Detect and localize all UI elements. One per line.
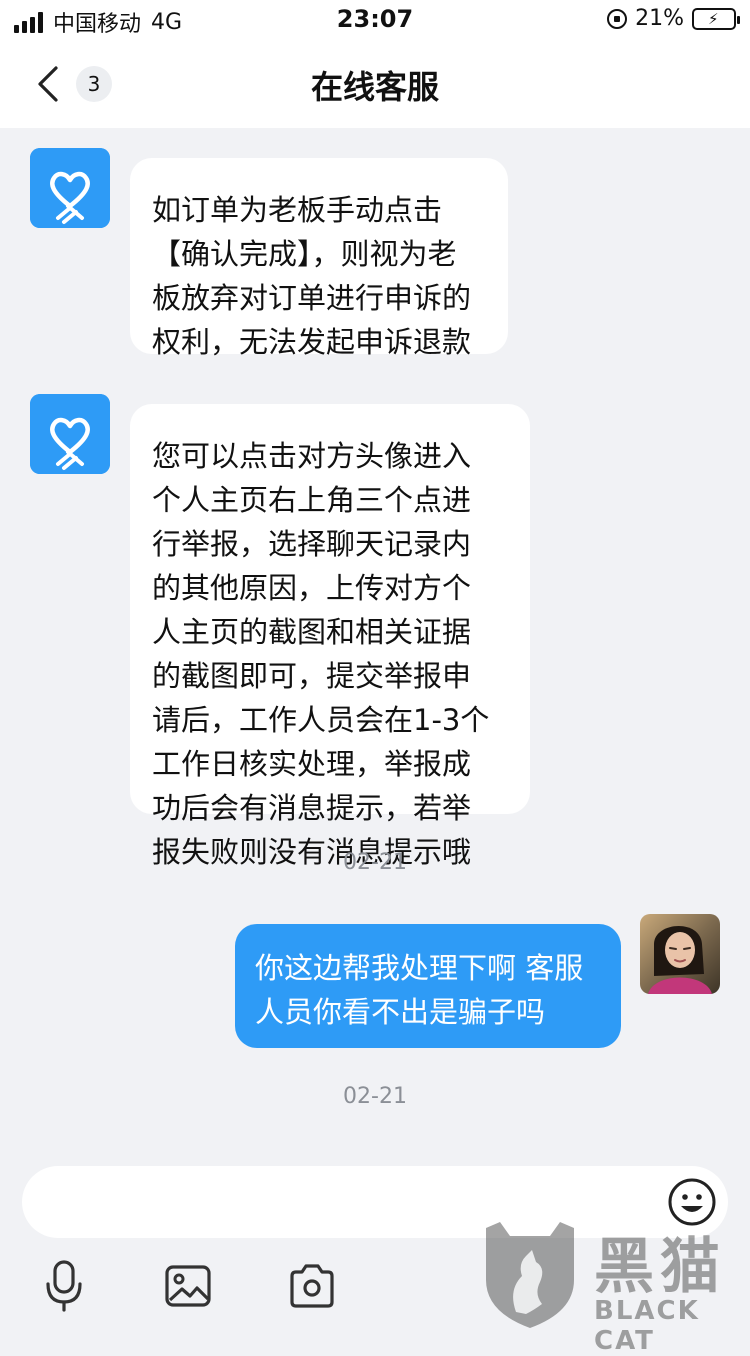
camera-icon: [290, 1264, 334, 1308]
agent-avatar[interactable]: [30, 148, 110, 228]
message-timestamp: 02-21: [343, 1084, 407, 1109]
message-line: 人员你看不出是骗子吗: [255, 995, 546, 1029]
user-message-bubble[interactable]: 你这边帮我处理下啊 客服 人员你看不出是骗子吗: [235, 924, 621, 1048]
heart-hand-icon: [30, 148, 110, 228]
message-line: 权利，无法发起申诉退款: [152, 325, 472, 359]
message-line: 如订单为老板手动点击: [152, 193, 443, 227]
chat-list[interactable]: 如订单为老板手动点击 【确认完成】，则视为老 板放弃对订单进行申诉的 权利，无法…: [0, 128, 750, 1158]
message-line: 工作日核实处理，举报成: [152, 747, 472, 781]
watermark-subtext: BLACK CAT: [594, 1296, 700, 1356]
message-line: 您可以点击对方头像进入: [152, 439, 472, 473]
message-timestamp: 02-21: [343, 850, 407, 875]
message-line: 你这边帮我处理下啊 客服: [255, 951, 584, 985]
status-right: 21% ⚡: [607, 6, 740, 31]
message-line: 行举报，选择聊天记录内: [152, 527, 472, 561]
voice-button[interactable]: [40, 1258, 88, 1314]
image-button[interactable]: [164, 1258, 212, 1314]
battery-percent: 21%: [635, 6, 684, 31]
charging-bolt-icon: ⚡: [708, 9, 719, 28]
cat-shield-logo-icon: [486, 1222, 574, 1328]
message-line: 【确认完成】，则视为老: [152, 237, 457, 271]
rotation-lock-icon: [607, 8, 628, 29]
status-bar: 中国移动 4G 23:07 21% ⚡: [0, 0, 750, 40]
watermark-text: 黑猫: [594, 1232, 726, 1302]
battery-icon: ⚡: [692, 7, 740, 30]
message-line: 人主页的截图和相关证据: [152, 615, 472, 649]
message-line: 个人主页右上角三个点进: [152, 483, 472, 517]
message-line: 的截图即可，提交举报申: [152, 659, 472, 693]
agent-message-bubble[interactable]: 如订单为老板手动点击 【确认完成】，则视为老 板放弃对订单进行申诉的 权利，无法…: [130, 158, 508, 359]
agent-message-bubble[interactable]: 您可以点击对方头像进入 个人主页右上角三个点进 行举报，选择聊天记录内 的其他原…: [130, 404, 530, 869]
message-line: 板放弃对订单进行申诉的: [152, 281, 472, 315]
message-line: 的其他原因，上传对方个: [152, 571, 472, 605]
image-icon: [165, 1265, 211, 1307]
microphone-icon: [46, 1260, 82, 1312]
message-line: 功后会有消息提示，若举: [152, 791, 472, 825]
user-photo: [640, 914, 720, 994]
message-line: 请后，工作人员会在1-3个: [152, 703, 490, 737]
user-avatar[interactable]: [640, 914, 720, 994]
page-title: 在线客服: [310, 68, 439, 106]
watermark: 黑猫 BLACK CAT: [478, 1216, 748, 1356]
nav-header: 3 在线客服: [0, 40, 750, 128]
camera-button[interactable]: [288, 1258, 336, 1314]
heart-hand-icon: [30, 394, 110, 474]
agent-avatar[interactable]: [30, 394, 110, 474]
